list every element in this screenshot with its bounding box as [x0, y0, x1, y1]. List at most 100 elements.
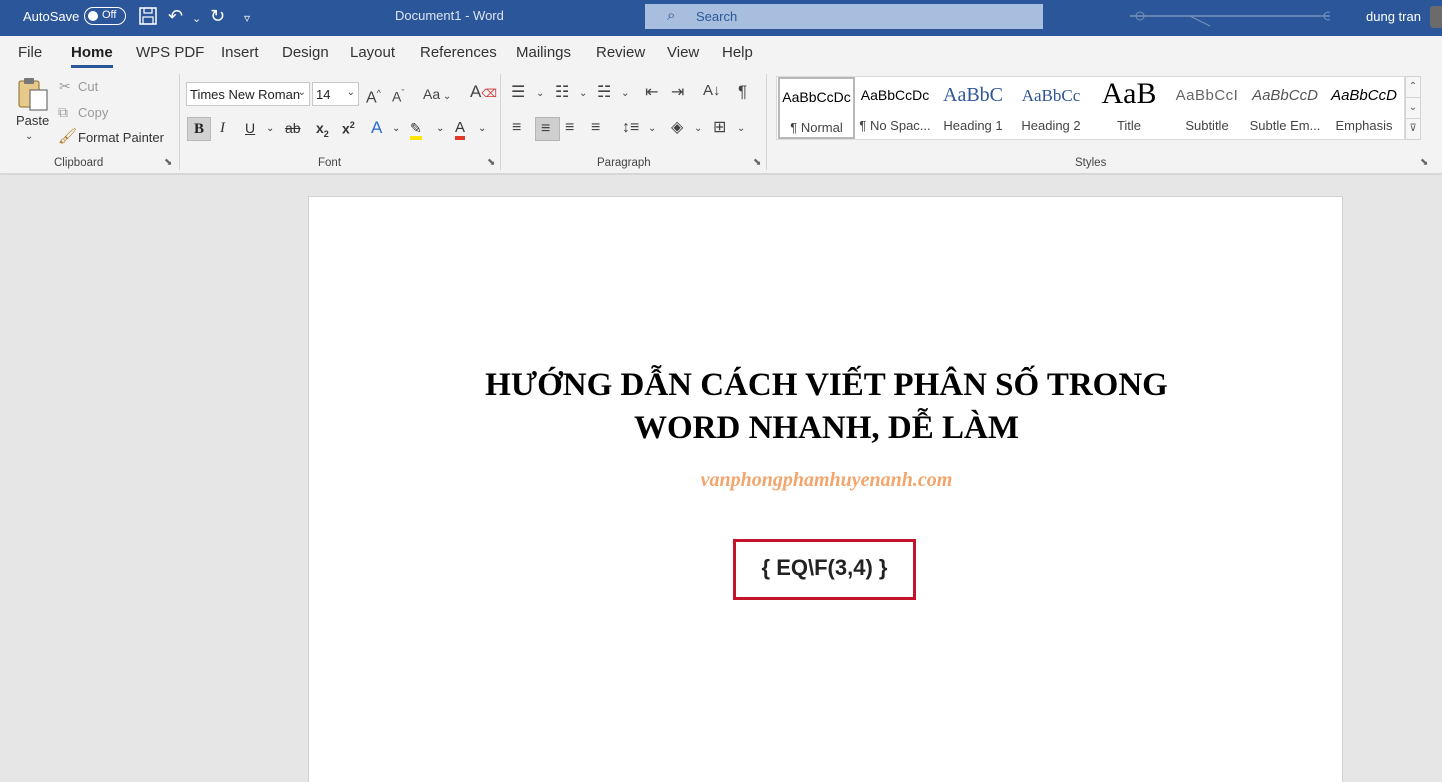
show-marks-icon[interactable]: ¶ [738, 83, 747, 101]
increase-indent-icon[interactable]: ⇥ [671, 84, 684, 102]
save-icon[interactable] [138, 6, 158, 30]
clear-formatting-icon[interactable]: A⌫ [470, 83, 497, 103]
tab-review[interactable]: Review [596, 44, 645, 61]
bullets-icon[interactable]: ☰ [511, 84, 525, 102]
strikethrough-button[interactable]: ab [285, 120, 301, 136]
tab-view[interactable]: View [667, 44, 699, 61]
format-painter-icon: 🖌 [58, 128, 78, 145]
chevron-down-icon[interactable]: ⌄ [392, 123, 400, 134]
style-no-spacing[interactable]: AaBbCcDc ¶ No Spac... [857, 77, 933, 139]
chevron-down-icon[interactable]: ⌄ [478, 123, 486, 134]
style-name: Subtitle [1185, 118, 1229, 133]
tab-insert[interactable]: Insert [221, 44, 259, 61]
bold-button[interactable]: B [187, 117, 211, 141]
more-styles-icon[interactable]: ⊽ [1406, 119, 1420, 140]
search-box[interactable]: ⌕ Search [645, 4, 1043, 29]
italic-button[interactable]: I [220, 120, 225, 137]
cut-label[interactable]: Cut [78, 79, 98, 94]
chevron-down-icon[interactable]: ⌄ [536, 85, 544, 103]
styles-scroller: ⌃ ⌄ ⊽ [1405, 76, 1421, 140]
change-case-icon[interactable]: Aa ⌄ [423, 85, 451, 106]
align-left-icon[interactable]: ≡ [512, 119, 521, 137]
superscript-button[interactable]: x2 [342, 120, 355, 137]
group-divider [179, 74, 180, 170]
tab-file[interactable]: File [18, 44, 42, 61]
style-name: Heading 2 [1021, 118, 1081, 133]
text-effects-icon[interactable]: A [371, 118, 382, 138]
style-heading-2[interactable]: AaBbCc Heading 2 [1013, 77, 1089, 139]
tab-home[interactable]: Home [71, 44, 113, 68]
paragraph-launcher-icon[interactable]: ⬊ [753, 157, 761, 168]
style-subtle-emphasis[interactable]: AaBbCcD Subtle Em... [1247, 77, 1323, 139]
user-name[interactable]: dung tran [1366, 9, 1421, 24]
customize-qat-icon[interactable]: ▿ [244, 8, 250, 28]
style-preview: AaBbCcI [1175, 87, 1239, 104]
autosave-toggle[interactable]: Off [84, 7, 126, 25]
chevron-down-icon[interactable]: ⌄ [737, 120, 745, 138]
redo-icon[interactable]: ↻ [210, 6, 225, 26]
font-size-combo[interactable]: 14 ⌄ [312, 82, 359, 106]
copy-label[interactable]: Copy [78, 105, 108, 120]
undo-icon[interactable]: ↶ [168, 6, 183, 26]
avatar[interactable] [1430, 6, 1442, 28]
align-center-icon: ≡ [541, 120, 551, 137]
paste-dropdown-icon[interactable]: ⌄ [25, 128, 33, 146]
format-painter-label[interactable]: Format Painter [78, 130, 164, 145]
style-normal[interactable]: AaBbCcDc ¶ Normal [778, 77, 855, 139]
styles-group-label: Styles [1075, 157, 1107, 169]
tab-help[interactable]: Help [722, 44, 753, 61]
group-divider [766, 74, 767, 170]
scroll-down-icon[interactable]: ⌄ [1406, 98, 1420, 119]
shading-icon[interactable]: ◈ [671, 119, 683, 137]
style-title[interactable]: AaB Title [1091, 77, 1167, 139]
chevron-down-icon[interactable]: ⌄ [694, 120, 702, 138]
font-size-value: 14 [316, 87, 331, 102]
tab-design[interactable]: Design [282, 44, 329, 61]
font-family-combo[interactable]: Times New Roman ⌄ [186, 82, 310, 106]
tab-references[interactable]: References [420, 44, 497, 61]
chevron-down-icon[interactable]: ⌄ [648, 120, 656, 138]
align-right-icon[interactable]: ≡ [565, 119, 574, 137]
chevron-down-icon[interactable]: ⌄ [436, 123, 444, 134]
paste-label[interactable]: Paste [16, 113, 49, 128]
font-color-icon[interactable]: A [455, 120, 466, 140]
heading-line-2: WORD NHANH, DỄ LÀM [634, 410, 1019, 446]
style-heading-1[interactable]: AaBbC Heading 1 [935, 77, 1011, 139]
scroll-up-icon[interactable]: ⌃ [1406, 77, 1420, 98]
toggle-knob [88, 10, 98, 21]
tab-wps-pdf[interactable]: WPS PDF [136, 44, 204, 61]
subscript-button[interactable]: x2 [316, 120, 329, 139]
underline-button[interactable]: U [245, 120, 255, 136]
style-emphasis[interactable]: AaBbCcD Emphasis [1325, 77, 1403, 139]
font-launcher-icon[interactable]: ⬊ [487, 157, 495, 168]
undo-dropdown-icon[interactable]: ⌄ [192, 9, 201, 29]
tab-mailings[interactable]: Mailings [516, 44, 571, 61]
borders-icon[interactable]: ⊞ [713, 119, 726, 137]
ribbon: Paste ⌄ ✂ Cut ⧉ Copy 🖌 Format Painter Cl… [0, 68, 1442, 174]
line-spacing-icon[interactable]: ↕≡ [622, 119, 639, 137]
style-preview: AaBbC [943, 84, 1003, 106]
clipboard-launcher-icon[interactable]: ⬊ [164, 157, 172, 168]
justify-icon[interactable]: ≡ [591, 119, 600, 137]
group-divider [500, 74, 501, 170]
cut-icon: ✂ [59, 78, 71, 94]
grow-font-icon[interactable]: A^ [366, 84, 381, 107]
style-subtitle[interactable]: AaBbCcI Subtitle [1169, 77, 1245, 139]
chevron-down-icon[interactable]: ⌄ [621, 85, 629, 103]
heading-line-1: HƯỚNG DẪN CÁCH VIẾT PHÂN SỐ TRONG [485, 367, 1168, 403]
document-page[interactable]: HƯỚNG DẪN CÁCH VIẾT PHÂN SỐ TRONG WORD N… [308, 196, 1343, 782]
styles-launcher-icon[interactable]: ⬊ [1420, 157, 1428, 168]
paste-icon[interactable] [15, 76, 51, 112]
chevron-down-icon[interactable]: ⌄ [579, 85, 587, 103]
underline-dropdown-icon[interactable]: ⌄ [266, 123, 274, 134]
shrink-font-icon[interactable]: Aˇ [392, 84, 404, 106]
decrease-indent-icon[interactable]: ⇤ [645, 84, 658, 102]
tab-layout[interactable]: Layout [350, 44, 395, 61]
highlight-color-icon[interactable]: ✎ [410, 120, 422, 140]
multilevel-list-icon[interactable]: ☵ [597, 84, 611, 102]
sort-icon[interactable]: A↓ [703, 82, 721, 100]
align-center-button[interactable]: ≡ [535, 117, 560, 141]
field-code-box[interactable]: { EQ\F(3,4) } [733, 539, 916, 600]
numbering-icon[interactable]: ☷ [555, 84, 569, 102]
autosave-state: Off [102, 9, 117, 21]
